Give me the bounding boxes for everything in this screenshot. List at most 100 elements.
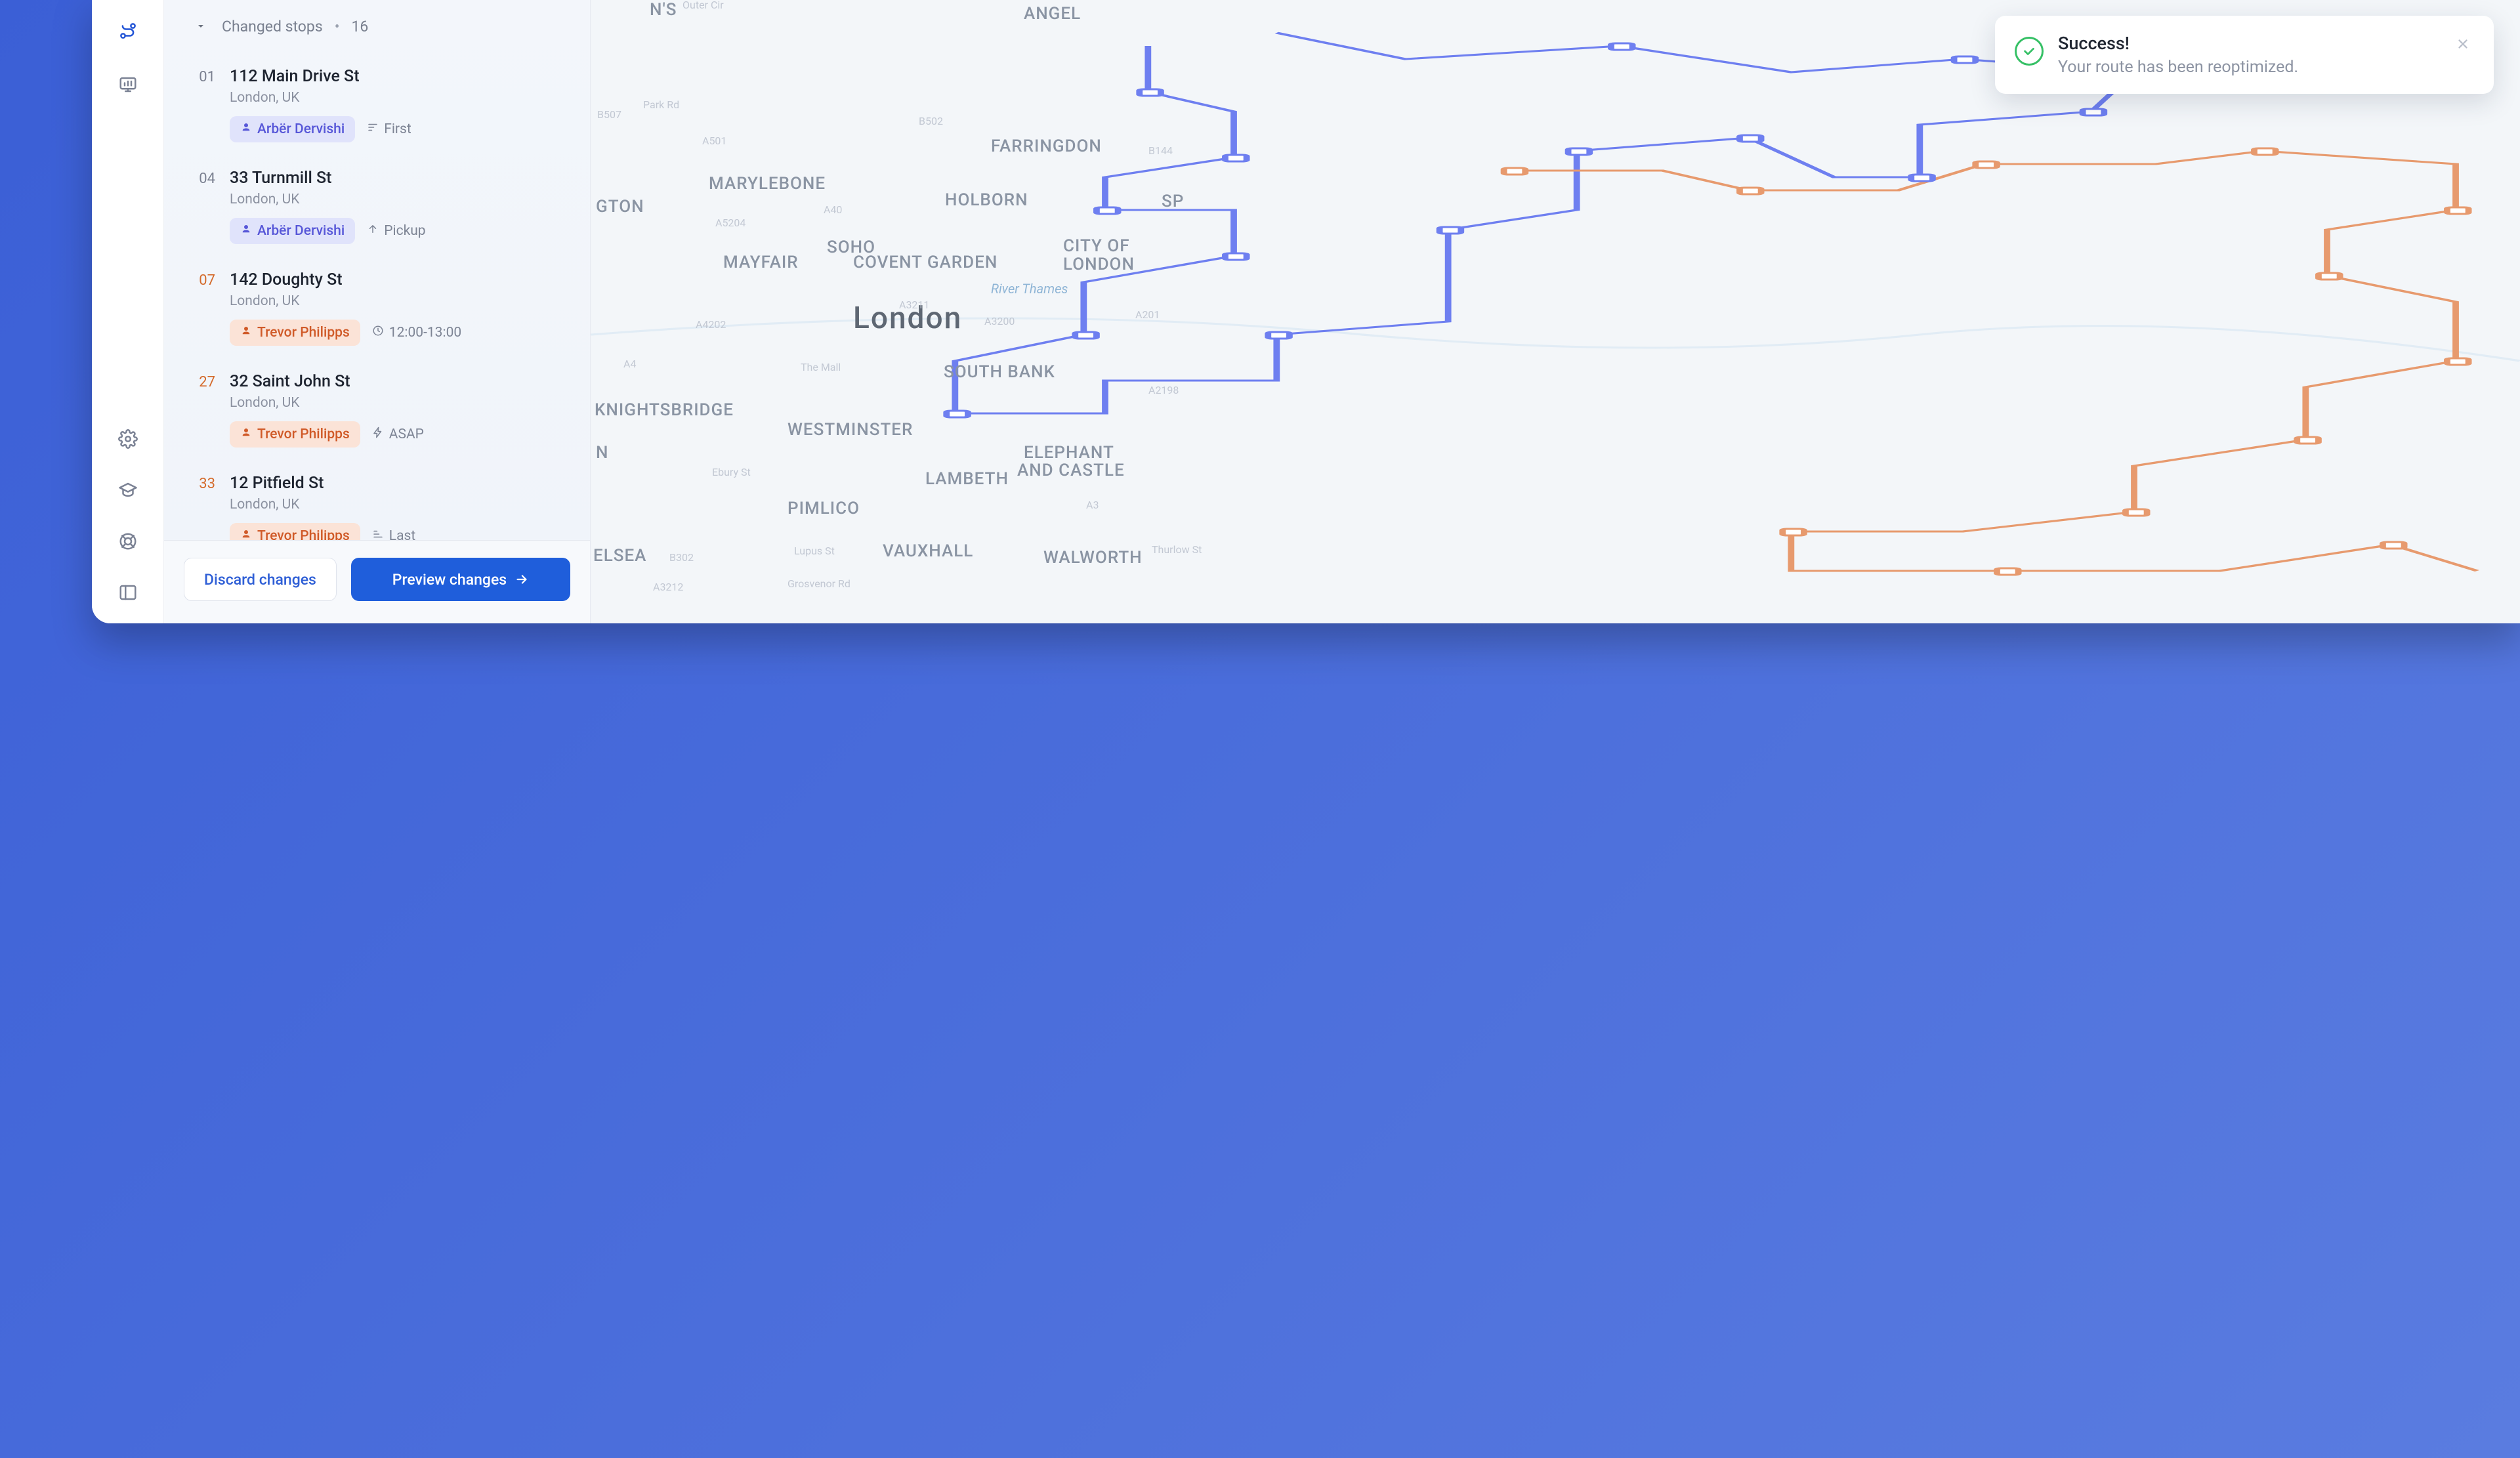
map-road-label: B302 <box>669 551 694 564</box>
map-district-label: WALWORTH <box>1043 548 1143 568</box>
map-district-label: ELSEA <box>593 546 646 566</box>
map-district-label: AND CASTLE <box>1017 461 1125 480</box>
toast-title: Success! <box>2058 33 2437 54</box>
stop-item[interactable]: 01 112 Main Drive St London, UK Arbër Dervi… <box>185 52 569 154</box>
map-road-label: A501 <box>702 135 726 147</box>
stop-number: 01 <box>190 67 215 85</box>
collapse-section-button[interactable] <box>192 17 210 35</box>
map-district-label: ELEPHANT <box>1024 443 1114 463</box>
stop-tag: 12:00-13:00 <box>372 325 461 341</box>
map-district-label: PIMLICO <box>788 499 860 518</box>
person-icon <box>240 427 252 442</box>
driver-pill[interactable]: Trevor Philipps <box>230 421 360 448</box>
driver-pill[interactable]: Arbër Dervishi <box>230 218 355 244</box>
stop-city: London, UK <box>230 497 564 512</box>
map-road-label: A3212 <box>653 581 683 593</box>
map-road-label: B144 <box>1148 144 1173 157</box>
map-road-label: Outer Cir <box>682 0 724 11</box>
nav-routes-icon[interactable] <box>117 20 139 42</box>
driver-name: Arbër Dervishi <box>257 121 345 137</box>
stop-address: 142 Doughty St <box>230 270 564 289</box>
nav-settings-icon[interactable] <box>117 428 139 450</box>
stop-city: London, UK <box>230 395 564 411</box>
map-road-label: A2198 <box>1148 384 1179 396</box>
toast-message: Your route has been reoptimized. <box>2058 58 2437 77</box>
side-panel: Changed stops • 16 01 112 Main Drive St Lo… <box>164 0 591 623</box>
map-road-label: A5204 <box>715 217 746 229</box>
driver-name: Trevor Philipps <box>257 325 350 341</box>
stop-tag-label: Last <box>389 528 415 540</box>
map-road-label: A4 <box>623 358 636 370</box>
person-icon <box>240 325 252 341</box>
success-check-icon <box>2015 37 2044 66</box>
map-road-label: A3200 <box>984 315 1015 327</box>
stops-list[interactable]: 01 112 Main Drive St London, UK Arbër Dervi… <box>164 46 590 540</box>
map-district-label: SP <box>1162 192 1184 211</box>
stop-number: 27 <box>190 372 215 390</box>
map-road-label: The Mall <box>801 361 841 373</box>
map-district-label: LONDON <box>1063 255 1135 274</box>
nav-rail <box>92 0 164 623</box>
pickup-icon <box>367 223 379 239</box>
nav-analytics-icon[interactable] <box>117 73 139 96</box>
stop-number: 33 <box>190 474 215 492</box>
panel-header: Changed stops • 16 <box>164 0 590 46</box>
stop-address: 33 Turnmill St <box>230 169 564 188</box>
map-district-label: SOUTH BANK <box>944 362 1055 382</box>
driver-name: Arbër Dervishi <box>257 223 345 239</box>
driver-name: Trevor Philipps <box>257 427 350 442</box>
driver-pill[interactable]: Arbër Dervishi <box>230 116 355 142</box>
panel-header-label: Changed stops <box>222 18 323 35</box>
nav-help-icon[interactable] <box>117 530 139 552</box>
nav-panel-toggle-icon[interactable] <box>117 581 139 604</box>
panel-header-count: 16 <box>351 18 368 35</box>
person-icon <box>240 223 252 239</box>
map-road-label: Park Rd <box>643 98 679 111</box>
first-icon <box>367 121 379 137</box>
arrow-right-icon <box>514 572 529 587</box>
map-road-label: B507 <box>597 108 621 121</box>
person-icon <box>240 528 252 540</box>
map-district-label: WESTMINSTER <box>788 420 913 440</box>
map-river-label: River Thames <box>991 281 1068 297</box>
map-road-label: Thurlow St <box>1152 543 1202 556</box>
map-district-label: HOLBORN <box>945 190 1028 210</box>
driver-pill[interactable]: Trevor Philipps <box>230 320 360 346</box>
map-district-label: KNIGHTSBRIDGE <box>595 400 734 420</box>
panel-footer: Discard changes Preview changes <box>164 540 590 623</box>
bolt-icon <box>372 427 384 442</box>
map-road-label: A40 <box>824 203 842 216</box>
person-icon <box>240 121 252 137</box>
map-road-label: Grosvenor Rd <box>788 577 850 590</box>
map-road-label: A3 <box>1086 499 1099 511</box>
map-road-label: A3211 <box>899 299 929 311</box>
map-road-label: A201 <box>1135 308 1160 321</box>
stop-item[interactable]: 27 32 Saint John St London, UK Trevor Phili… <box>185 358 569 459</box>
stop-tag-label: First <box>384 121 411 137</box>
map-road-label: Lupus St <box>794 545 835 557</box>
clock-icon <box>372 325 384 341</box>
nav-learn-icon[interactable] <box>117 479 139 501</box>
stop-tag: First <box>367 121 411 137</box>
stop-address: 112 Main Drive St <box>230 67 564 86</box>
driver-name: Trevor Philipps <box>257 528 350 540</box>
map-district-label: ANGEL <box>1024 4 1081 24</box>
map-district-label: MAYFAIR <box>723 253 799 272</box>
map-district-label: FARRINGDON <box>991 136 1102 156</box>
stop-item[interactable]: 0433 Turnmill StLondon, UKArbër Dervishi… <box>185 154 569 256</box>
stop-item[interactable]: 07142 Doughty StLondon, UKTrevor Philipp… <box>185 256 569 358</box>
map-area[interactable]: London River Thames ANGELN'SMARYLEBONEFA… <box>591 0 2520 623</box>
stop-number: 04 <box>190 169 215 187</box>
driver-pill[interactable]: Trevor Philipps <box>230 523 360 540</box>
stop-city: London, UK <box>230 90 564 106</box>
stop-address: 32 Saint John St <box>230 372 564 391</box>
stop-tag: Last <box>372 528 415 540</box>
header-separator: • <box>335 18 340 35</box>
map-district-label: VAUXHALL <box>883 541 973 561</box>
preview-changes-button[interactable]: Preview changes <box>351 558 570 601</box>
discard-changes-button[interactable]: Discard changes <box>184 558 337 601</box>
toast-close-button[interactable] <box>2452 33 2474 58</box>
stop-tag-label: 12:00-13:00 <box>389 325 461 341</box>
stop-item[interactable]: 3312 Pitfield StLondon, UKTrevor Philipp… <box>185 459 569 540</box>
stop-tag-label: Pickup <box>384 223 425 239</box>
